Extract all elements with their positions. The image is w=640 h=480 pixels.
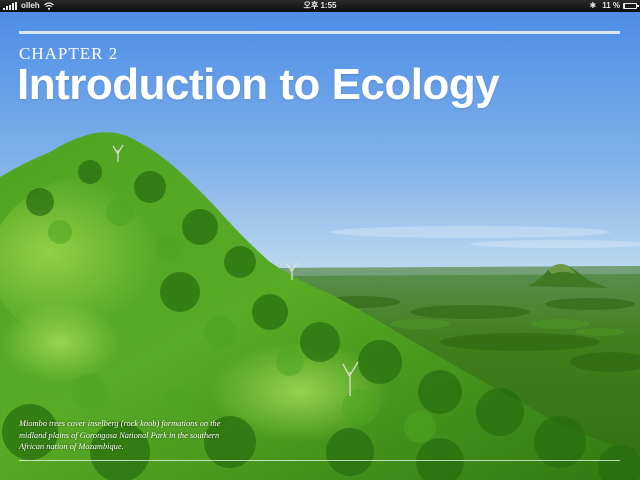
battery-fill: [624, 4, 626, 8]
photo-caption: Miombo trees cover inselberg (rock knob)…: [19, 419, 221, 451]
battery-icon: [623, 3, 639, 9]
caption-rule: [19, 460, 620, 461]
battery-percent: 11 %: [602, 1, 620, 10]
ibook-page[interactable]: olleh 오후 1:55 ✱ 11 % CHAPTER 2 Introduct…: [0, 0, 640, 480]
status-bar: olleh 오후 1:55 ✱ 11 %: [0, 0, 640, 12]
status-time: 오후 1:55: [303, 1, 337, 10]
header-rule: [19, 31, 620, 34]
status-right: ✱ 11 %: [589, 0, 639, 12]
chapter-title: Introduction to Ecology: [17, 60, 500, 109]
bluetooth-icon: ✱: [589, 1, 597, 10]
